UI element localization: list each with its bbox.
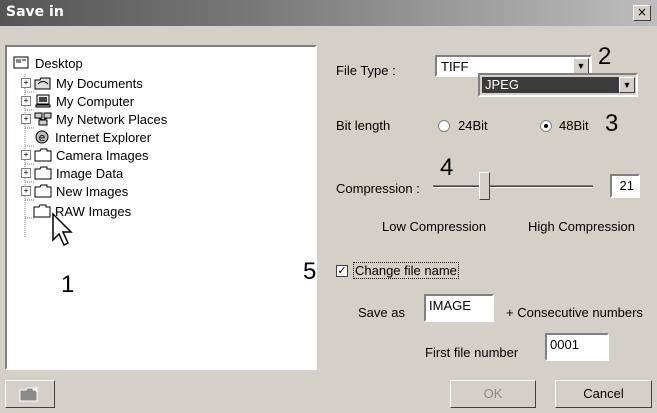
title-bar: Save in × [0,0,657,26]
window-title: Save in [6,4,64,20]
documents-icon [34,77,51,90]
compression-slider-thumb[interactable] [479,172,491,200]
folder-tree[interactable]: Desktop + My Documents + My Computer + M… [5,45,317,370]
expand-icon[interactable]: + [21,168,31,178]
tree-item-label: New Images [56,183,129,199]
folder-icon [33,204,51,218]
expand-icon[interactable]: + [21,186,31,196]
desktop-icon [13,56,29,69]
tree-item-label: Image Data [56,165,124,181]
file-type-dropdown[interactable]: JPEG ▼ [478,73,638,97]
computer-icon [35,94,51,108]
radio-24bit-label: 24Bit [458,118,488,133]
tree-item-label: Desktop [35,55,83,71]
mouse-pointer-icon [52,212,73,247]
callout-2: 2 [598,43,612,70]
high-compression-label: High Compression [528,219,635,234]
tree-item-label: My Network Places [56,111,168,127]
chevron-down-icon[interactable]: ▼ [573,58,589,74]
cancel-button[interactable]: Cancel [555,380,652,408]
bit-length-label: Bit length [336,118,391,133]
tree-item-my-documents[interactable]: + My Documents [21,74,143,92]
chevron-down-icon[interactable]: ▼ [619,77,635,93]
file-type-label: File Type : [336,63,396,78]
tree-item-label: My Computer [56,93,135,109]
svg-text:e: e [39,131,46,144]
tree-item-image-data[interactable]: + Image Data [21,164,123,182]
new-folder-icon: * [19,384,39,402]
compression-value-field[interactable]: 21 [610,174,640,198]
tree-item-internet-explorer[interactable]: e Internet Explorer [33,128,151,146]
callout-1: 1 [61,271,75,298]
folder-icon [34,148,52,162]
tree-item-my-computer[interactable]: + My Computer [21,92,134,110]
radio-48bit-label: 48Bit [559,118,589,133]
new-folder-button[interactable]: * [5,380,55,408]
dropdown-option-jpeg[interactable]: JPEG [482,77,621,93]
save-as-input[interactable]: IMAGE [424,294,494,322]
tree-item-label: Camera Images [56,147,149,163]
tree-item-label: My Documents [56,75,143,91]
file-type-value: TIFF [441,59,469,74]
tree-item-my-network-places[interactable]: + My Network Places [21,110,167,128]
expand-icon[interactable]: + [21,114,31,124]
change-file-name-checkbox[interactable]: ✓ [336,265,348,277]
first-file-number-label: First file number [425,345,519,360]
consecutive-numbers-label: + Consecutive numbers [506,305,643,320]
tree-item-camera-images[interactable]: + Camera Images [21,146,148,164]
close-button[interactable]: × [633,5,651,21]
callout-5: 5 [303,258,317,285]
network-icon [34,112,52,126]
tree-item-raw-images[interactable]: RAW Images [33,202,131,220]
compression-label: Compression : [336,181,420,196]
first-file-number-input[interactable]: 0001 [545,333,609,361]
folder-icon [34,166,52,180]
tree-item-new-images[interactable]: + New Images [21,182,128,200]
compression-slider-track[interactable] [433,185,593,188]
svg-text:*: * [33,384,39,398]
radio-48bit[interactable] [540,120,552,132]
callout-4: 4 [440,154,454,181]
callout-3: 3 [605,110,619,137]
low-compression-label: Low Compression [382,219,487,234]
tree-item-label: Internet Explorer [55,129,152,145]
ok-button[interactable]: OK [450,380,536,408]
folder-icon [34,184,52,198]
ie-icon: e [35,130,49,144]
save-as-label: Save as [358,305,405,320]
expand-icon[interactable]: + [21,78,31,88]
radio-24bit[interactable] [438,120,450,132]
tree-item-desktop[interactable]: Desktop [13,54,83,72]
expand-icon[interactable]: + [21,96,31,106]
expand-icon[interactable]: + [21,150,31,160]
change-file-name-label[interactable]: Change file name [353,262,459,279]
